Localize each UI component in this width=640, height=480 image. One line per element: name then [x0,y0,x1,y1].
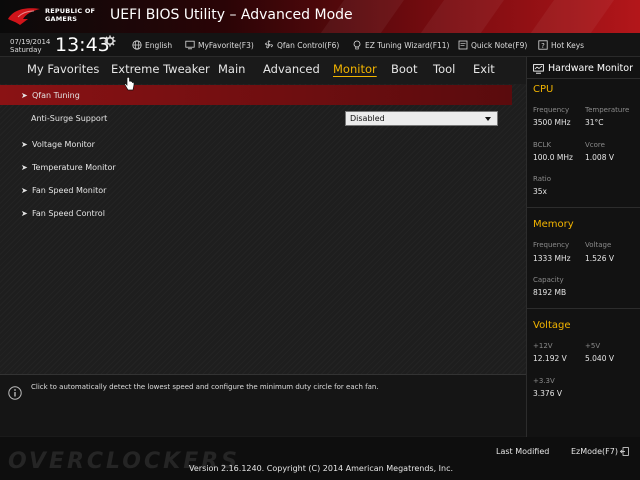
status-footer: OVERCLOCKERS Last Modified EzMode(F7) Ve… [0,437,640,480]
quick-note-button[interactable]: Quick Note(F9) [458,40,527,50]
fan-icon [265,40,273,49]
memory-frequency-value: 1333 MHz [533,254,571,263]
help-text: Click to automatically detect the lowest… [31,383,379,391]
qfan-control-button[interactable]: Qfan Control(F6) [264,40,339,50]
menu-item-qfan-tuning[interactable]: ➤ Qfan Tuning [0,85,512,105]
voltage-5v-value: 5.040 V [585,354,614,363]
qfan-control-label: Qfan Control(F6) [277,40,340,50]
hot-keys-label: Hot Keys [551,40,585,50]
menu-item-temperature-monitor[interactable]: ➤ Temperature Monitor [0,157,512,177]
monitor-icon [533,63,544,74]
memory-voltage-value: 1.526 V [585,254,614,263]
tab-monitor[interactable]: Monitor [333,62,377,76]
help-description-bar: Click to automatically detect the lowest… [0,374,526,436]
menu-item-label: Temperature Monitor [32,162,116,172]
menu-item-label: Voltage Monitor [32,139,95,149]
voltage-3v3-value: 3.376 V [533,389,562,398]
version-copyright: Version 2.16.1240. Copyright (C) 2014 Am… [189,464,454,473]
cpu-ratio-value: 35x [533,187,547,196]
bulb-icon [353,40,361,50]
note-icon [458,40,468,50]
svg-text:?: ? [541,42,545,50]
hardware-monitor-title: Hardware Monitor [533,63,633,74]
chevron-down-icon [485,117,491,121]
menu-item-voltage-monitor[interactable]: ➤ Voltage Monitor [0,134,512,154]
clock: 13:43 [55,34,110,56]
last-modified-button[interactable]: Last Modified [496,447,549,456]
ez-tuning-wizard-label: EZ Tuning Wizard(F11) [365,40,450,50]
tab-advanced[interactable]: Advanced [263,62,320,76]
tab-main[interactable]: Main [218,62,245,76]
favorite-screen-icon [185,40,195,50]
tab-boot[interactable]: Boot [391,62,417,76]
brand-name: REPUBLIC OF GAMERS [45,7,96,23]
ezmode-button[interactable]: EzMode(F7) [571,447,629,456]
divider [527,207,640,208]
tab-extreme-tweaker[interactable]: Extreme Tweaker [111,62,210,76]
memory-heading: Memory [533,219,574,230]
rog-logo-icon [8,8,40,25]
menu-item-fan-speed-control[interactable]: ➤ Fan Speed Control [0,203,512,223]
chevron-right-icon: ➤ [21,90,28,100]
hand-cursor-icon [124,77,135,91]
menu-item-label: Fan Speed Monitor [32,185,107,195]
memory-frequency-label: Frequency [533,241,570,249]
language-button[interactable]: English [132,40,172,50]
menu-item-fan-speed-monitor[interactable]: ➤ Fan Speed Monitor [0,180,512,200]
memory-capacity-label: Capacity [533,276,564,284]
divider [527,78,640,79]
cpu-ratio-label: Ratio [533,175,551,183]
chevron-right-icon: ➤ [21,185,28,195]
anti-surge-select[interactable]: Disabled [345,111,498,126]
memory-capacity-value: 8192 MB [533,288,567,297]
language-label: English [145,40,173,50]
cpu-heading: CPU [533,84,554,95]
globe-icon [132,40,142,50]
setting-label: Anti-Surge Support [31,113,108,123]
voltage-heading: Voltage [533,320,571,331]
cpu-temperature-label: Temperature [585,106,630,114]
hardware-monitor-label: Hardware Monitor [548,63,633,74]
select-value: Disabled [350,114,385,123]
date-display: 07/19/2014 Saturday [10,38,51,54]
voltage-3v3-label: +3.3V [533,377,555,385]
cpu-frequency-value: 3500 MHz [533,118,571,127]
cpu-frequency-label: Frequency [533,106,570,114]
ezmode-label: EzMode(F7) [571,447,618,456]
info-bar: 07/19/2014 Saturday 13:43 English MyFavo… [0,33,640,57]
cpu-vcore-label: Vcore [585,141,605,149]
quick-note-label: Quick Note(F9) [471,40,528,50]
header-decoration [518,0,622,33]
hot-keys-button[interactable]: ? Hot Keys [538,40,584,50]
main-menu-tabs: My Favorites Extreme Tweaker Main Advanc… [0,58,526,82]
title-bar: REPUBLIC OF GAMERS UEFI BIOS Utility – A… [0,0,640,33]
app-title: UEFI BIOS Utility – Advanced Mode [110,7,353,23]
tab-my-favorites[interactable]: My Favorites [27,62,99,76]
help-icon: ? [538,40,548,50]
voltage-12v-value: 12.192 V [533,354,567,363]
menu-item-label: Fan Speed Control [32,208,105,218]
cpu-vcore-value: 1.008 V [585,153,614,162]
cpu-bclk-value: 100.0 MHz [533,153,573,162]
myfavorite-label: MyFavorite(F3) [198,40,254,50]
memory-voltage-label: Voltage [585,241,612,249]
voltage-5v-label: +5V [585,342,601,350]
voltage-12v-label: +12V [533,342,553,350]
tab-exit[interactable]: Exit [473,62,495,76]
exit-arrow-icon [619,447,629,456]
chevron-right-icon: ➤ [21,162,28,172]
chevron-right-icon: ➤ [21,139,28,149]
tab-tool[interactable]: Tool [433,62,455,76]
cpu-bclk-label: BCLK [533,141,552,149]
info-icon [8,386,22,400]
myfavorite-button[interactable]: MyFavorite(F3) [185,40,254,50]
menu-item-label: Qfan Tuning [32,90,80,100]
divider [527,308,640,309]
gear-icon[interactable] [104,35,116,47]
header-decoration [408,0,512,33]
ez-tuning-wizard-button[interactable]: EZ Tuning Wizard(F11) [352,40,449,50]
cpu-temperature-value: 31°C [585,118,604,127]
hardware-monitor-panel: Hardware Monitor CPU Frequency Temperatu… [526,57,640,437]
chevron-right-icon: ➤ [21,208,28,218]
